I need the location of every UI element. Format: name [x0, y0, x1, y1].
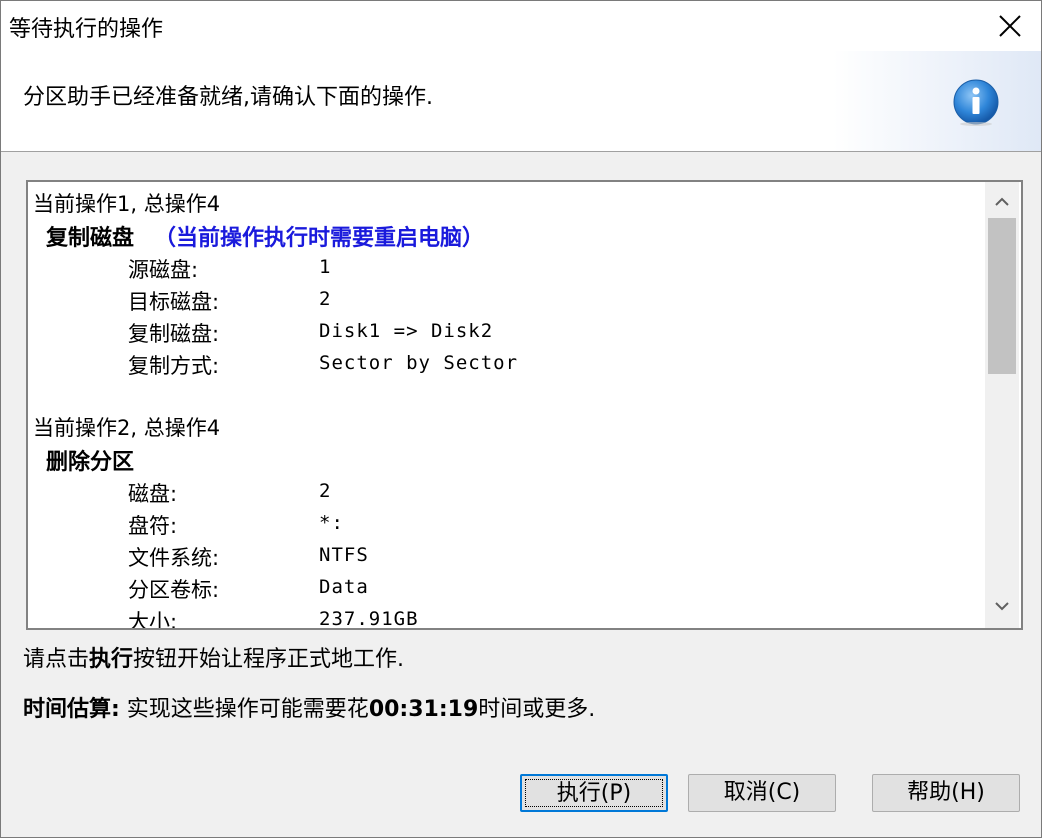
operations-list[interactable]: 当前操作1, 总操作4 复制磁盘 （当前操作执行时需要重启电脑） 源磁盘: 1 目… — [26, 180, 1023, 630]
instruction-prefix: 请点击 — [23, 647, 90, 672]
chevron-down-icon — [995, 602, 1009, 611]
operations-list-content: 当前操作1, 总操作4 复制磁盘 （当前操作执行时需要重启电脑） 源磁盘: 1 目… — [28, 182, 983, 628]
row-label: 文件系统: — [128, 546, 220, 570]
instruction-text: 请点击执行按钮开始让程序正式地工作. — [23, 641, 404, 673]
window-title: 等待执行的操作 — [9, 17, 164, 42]
operation-1-header: 当前操作1, 总操作4 — [33, 192, 221, 216]
row-value: NTFS — [319, 544, 369, 566]
row-label: 目标磁盘: — [128, 290, 220, 314]
header-message: 分区助手已经准备就绪,请确认下面的操作. — [23, 85, 433, 110]
operation-2-header: 当前操作2, 总操作4 — [33, 416, 221, 440]
row-value: Data — [319, 576, 369, 598]
operation-1-name: 复制磁盘 — [46, 226, 135, 251]
instruction-bold: 执行 — [89, 647, 134, 672]
operation-1-note: （当前操作执行时需要重启电脑） — [154, 226, 485, 251]
title-bar: 等待执行的操作 — [1, 1, 1041, 51]
estimate-label: 时间估算: — [23, 697, 120, 722]
row-value: 237.91GB — [319, 608, 419, 628]
scroll-down-button[interactable] — [985, 592, 1019, 622]
cancel-button[interactable]: 取消(C) — [688, 774, 836, 812]
row-value: 2 — [319, 288, 332, 310]
row-value: Sector by Sector — [319, 352, 519, 374]
row-value: 1 — [319, 256, 332, 278]
operation-2-name: 删除分区 — [46, 450, 135, 475]
row-value: *: — [319, 512, 344, 534]
pending-operations-dialog: 等待执行的操作 分区助手已经准备就绪,请确认下面的操作. 当前操作1, 总操作4… — [0, 0, 1042, 838]
estimate-suffix: 时间或更多. — [478, 697, 596, 722]
time-estimate: 时间估算: 实现这些操作可能需要花00:31:19时间或更多. — [23, 691, 595, 723]
chevron-up-icon — [995, 197, 1009, 206]
close-button[interactable] — [995, 11, 1025, 41]
scroll-up-button[interactable] — [985, 186, 1019, 216]
info-icon — [953, 79, 999, 126]
vertical-scrollbar[interactable] — [985, 182, 1019, 628]
row-label: 复制磁盘: — [128, 322, 220, 346]
estimate-prefix: 实现这些操作可能需要花 — [119, 697, 369, 722]
row-label: 复制方式: — [128, 354, 220, 378]
scrollbar-thumb[interactable] — [988, 218, 1016, 374]
close-icon — [999, 15, 1021, 37]
row-label: 大小: — [128, 610, 178, 628]
operation-2-title: 删除分区 — [46, 444, 134, 476]
instruction-suffix: 按钮开始让程序正式地工作. — [133, 647, 405, 672]
operation-1-title: 复制磁盘 （当前操作执行时需要重启电脑） — [46, 220, 484, 252]
dialog-header: 分区助手已经准备就绪,请确认下面的操作. — [1, 51, 1041, 152]
row-value: Disk1 => Disk2 — [319, 320, 494, 342]
row-label: 磁盘: — [128, 482, 178, 506]
execute-button[interactable]: 执行(P) — [520, 774, 668, 812]
row-label: 源磁盘: — [128, 258, 199, 282]
help-button[interactable]: 帮助(H) — [872, 774, 1020, 812]
row-value: 2 — [319, 480, 332, 502]
estimate-time: 00:31:19 — [368, 697, 479, 722]
row-label: 盘符: — [128, 514, 178, 538]
row-label: 分区卷标: — [128, 578, 220, 602]
